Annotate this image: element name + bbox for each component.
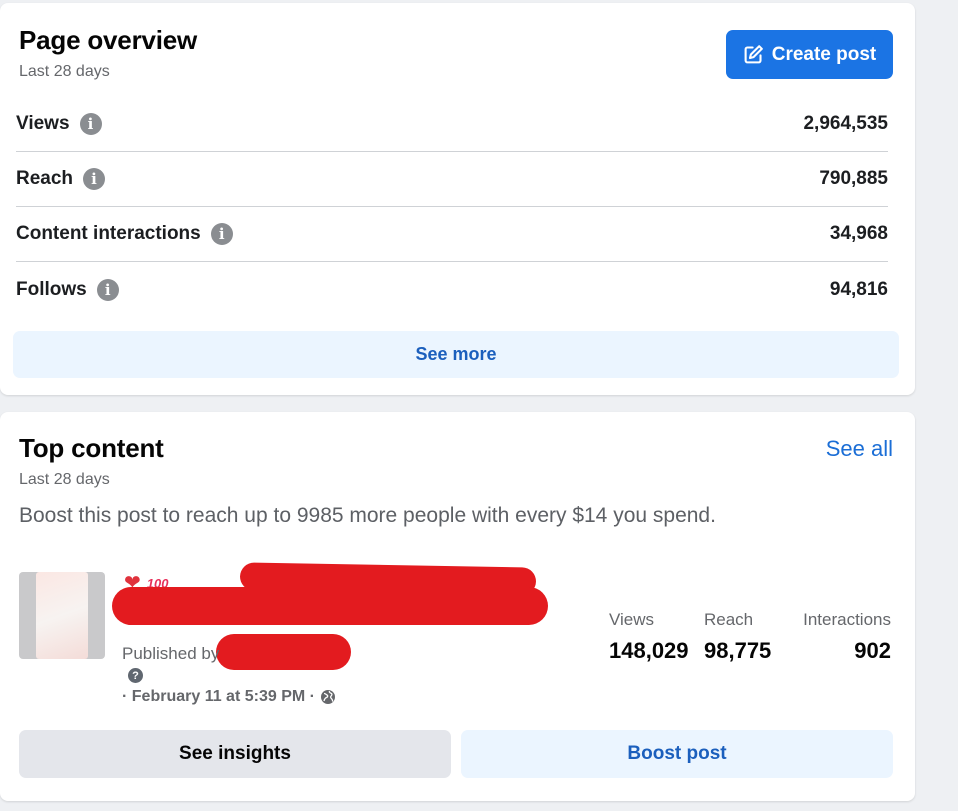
redaction-mark bbox=[112, 587, 548, 625]
metric-row-content-interactions: Content interactions i 34,968 bbox=[16, 207, 888, 262]
boost-suggestion-text: Boost this post to reach up to 9985 more… bbox=[19, 504, 716, 527]
metric-value: 34,968 bbox=[829, 223, 888, 244]
redaction-mark bbox=[216, 634, 351, 670]
boost-post-button[interactable]: Boost post bbox=[461, 730, 893, 778]
metric-row-views: Views i 2,964,535 bbox=[16, 97, 888, 152]
metric-label: Content interactions bbox=[16, 223, 201, 244]
see-more-button[interactable]: See more bbox=[13, 331, 899, 378]
create-post-button[interactable]: Create post bbox=[726, 30, 893, 79]
metric-value: 790,885 bbox=[819, 168, 888, 189]
metric-row-follows: Follows i 94,816 bbox=[16, 262, 888, 317]
metric-value: 2,964,535 bbox=[803, 113, 888, 134]
info-icon[interactable]: i bbox=[79, 113, 102, 135]
top-content-card: Top content Last 28 days See all Boost t… bbox=[0, 412, 915, 801]
top-content-title: Top content bbox=[19, 433, 164, 463]
post-thumbnail[interactable] bbox=[19, 572, 105, 659]
metric-label: Reach bbox=[16, 168, 74, 189]
metric-value: 94,816 bbox=[829, 278, 888, 300]
stat-value: 902 bbox=[854, 638, 891, 663]
metric-label: Views bbox=[16, 113, 70, 134]
published-by-label: Published by bbox=[122, 644, 220, 663]
post-stat-interactions: Interactions 902 bbox=[800, 610, 891, 664]
page-overview-title: Page overview bbox=[19, 25, 198, 55]
globe-icon bbox=[320, 690, 335, 704]
info-icon[interactable]: i bbox=[210, 223, 233, 245]
post-date-text: · February 11 at 5:39 PM · bbox=[122, 688, 315, 705]
page-overview-card: Page overview Last 28 days Create post V… bbox=[0, 3, 915, 395]
create-post-label: Create post bbox=[771, 43, 877, 65]
stat-label: Reach bbox=[704, 610, 754, 629]
metric-row-reach: Reach i 790,885 bbox=[16, 152, 888, 207]
post-stat-reach: Reach 98,775 bbox=[704, 610, 771, 664]
see-all-link[interactable]: See all bbox=[826, 436, 893, 462]
page-overview-subtitle: Last 28 days bbox=[19, 63, 110, 80]
metric-label: Follows bbox=[16, 278, 87, 300]
info-icon[interactable]: i bbox=[83, 168, 106, 190]
see-insights-button[interactable]: See insights bbox=[19, 730, 451, 778]
edit-icon bbox=[744, 45, 763, 64]
info-icon[interactable]: i bbox=[96, 278, 119, 301]
help-icon[interactable]: ? bbox=[128, 668, 143, 683]
stat-label: Interactions bbox=[803, 610, 891, 629]
stat-value: 98,775 bbox=[704, 638, 772, 663]
stat-value: 148,029 bbox=[609, 638, 689, 663]
stat-label: Views bbox=[609, 610, 655, 629]
top-content-subtitle: Last 28 days bbox=[19, 471, 110, 488]
post-stat-views: Views 148,029 bbox=[609, 610, 689, 664]
post-date: · February 11 at 5:39 PM · bbox=[122, 688, 336, 706]
post-thumbnail-image bbox=[36, 572, 88, 659]
